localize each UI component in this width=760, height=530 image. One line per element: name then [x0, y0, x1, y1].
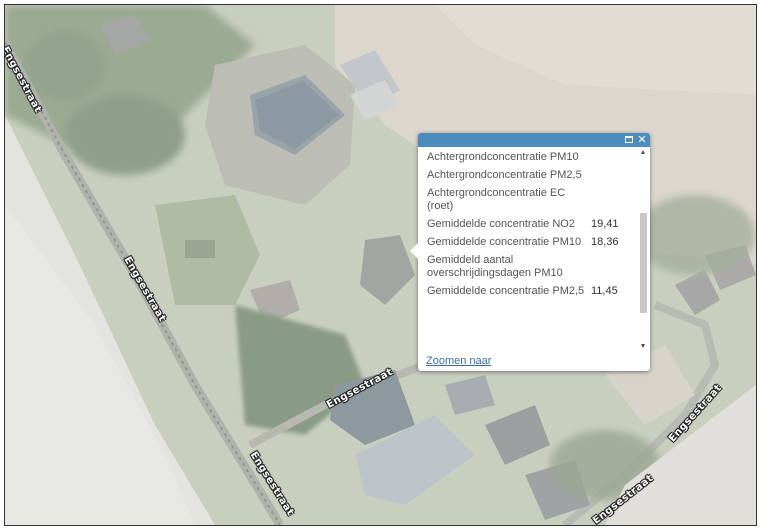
popup-content[interactable]: Achtergrondconcentratie PM10 Achtergrond… — [418, 147, 650, 353]
attribute-list: Achtergrondconcentratie PM10 Achtergrond… — [427, 151, 633, 303]
map-frame: Engsestraat Engsestraat Engsestraat Engs… — [4, 4, 757, 526]
zoom-to-link[interactable]: Zoomen naar — [426, 355, 491, 367]
attribute-row: Achtergrondconcentratie EC (roet) — [427, 187, 633, 213]
info-popup: ✕ Achtergrondconcentratie PM10 Achtergro… — [410, 133, 650, 371]
popup-scrollbar[interactable]: ▲ ▼ — [639, 149, 647, 351]
scroll-up-arrow-icon[interactable]: ▲ — [639, 149, 647, 157]
attribute-row: Achtergrondconcentratie PM2,5 — [427, 169, 633, 182]
attribute-value — [591, 187, 633, 213]
attribute-row: Gemiddelde concentratie PM2,5 11,45 — [427, 285, 633, 298]
close-icon[interactable]: ✕ — [637, 134, 647, 145]
attribute-label: Gemiddeld aantal overschrijdingsdagen PM… — [427, 254, 563, 279]
scroll-down-arrow-icon[interactable]: ▼ — [639, 343, 647, 351]
attribute-row: Gemiddelde concentratie PM10 18,36 — [427, 236, 633, 249]
attribute-label: Gemiddelde concentratie PM10 — [427, 236, 582, 248]
popup-pointer — [410, 243, 418, 259]
attribute-label: Gemiddelde concentratie PM2,5 — [427, 285, 585, 297]
attribute-label: Achtergrondconcentratie PM2,5 — [427, 169, 582, 181]
maximize-icon[interactable] — [624, 135, 634, 145]
attribute-value: 11,45 — [591, 285, 618, 297]
attribute-row: Gemiddelde concentratie NO2 19,41 — [427, 218, 633, 231]
attribute-label: Gemiddelde concentratie NO2 — [427, 218, 575, 230]
attribute-row: Achtergrondconcentratie PM10 — [427, 151, 633, 164]
attribute-value — [591, 254, 633, 280]
scroll-thumb[interactable] — [640, 213, 647, 313]
attribute-value — [591, 151, 633, 164]
attribute-value: 18,36 — [591, 236, 619, 248]
popup-header: ✕ — [418, 133, 650, 147]
attribute-label: Achtergrondconcentratie PM10 — [427, 151, 579, 163]
attribute-row: Gemiddeld aantal overschrijdingsdagen PM… — [427, 254, 633, 280]
scroll-track[interactable] — [640, 159, 647, 341]
attribute-value — [591, 169, 633, 182]
attribute-value: 19,41 — [591, 218, 619, 230]
attribute-label: Achtergrondconcentratie EC (roet) — [427, 187, 566, 212]
